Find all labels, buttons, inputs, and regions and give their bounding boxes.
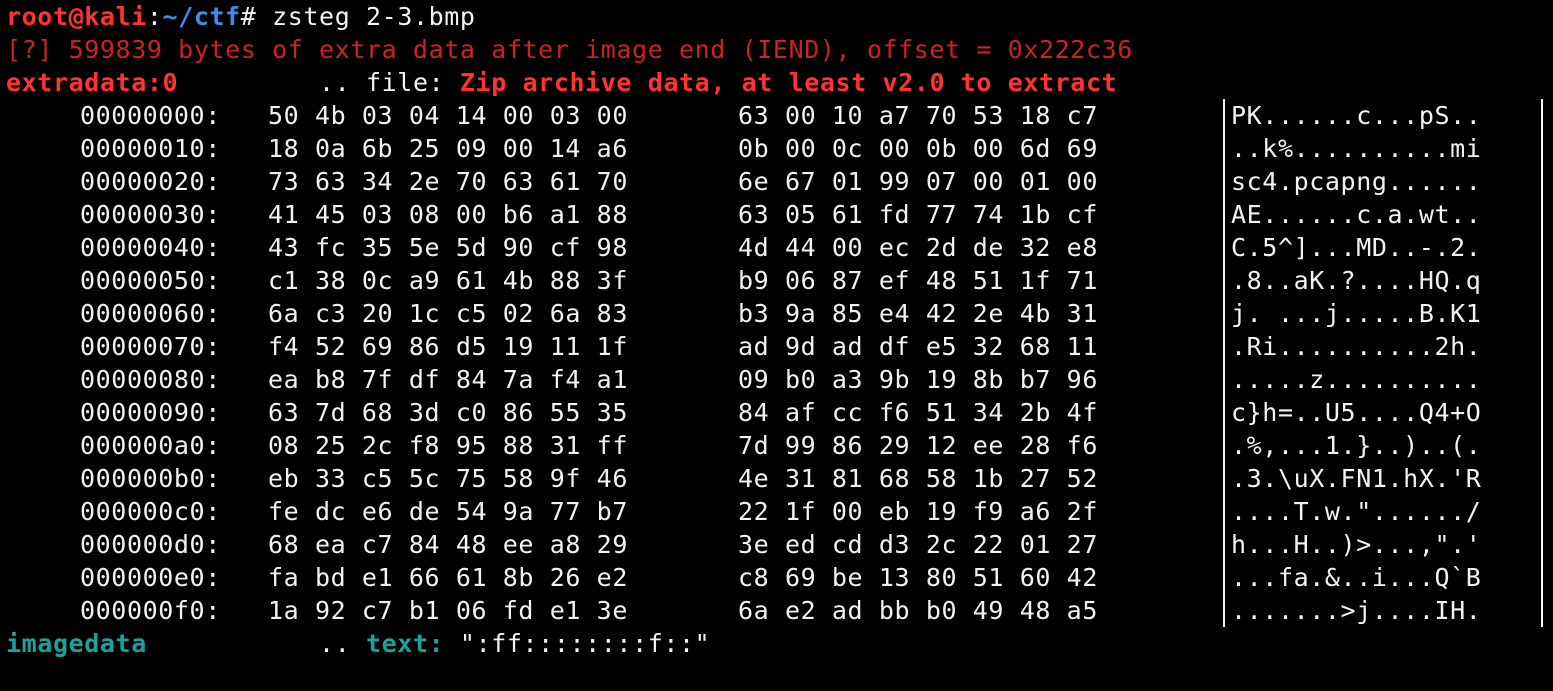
- hex-offset: 00000040:: [80, 233, 221, 262]
- hex-bytes-group-1: fa bd e1 66 61 8b 26 e2: [268, 563, 628, 592]
- hexdump-row: 00000080: ea b8 7f df 84 7a f4 a1 09 b0 a3…: [6, 363, 1553, 396]
- hexdump-row: 00000010: 18 0a 6b 25 09 00 14 a6 0b 00 0c…: [6, 132, 1553, 165]
- imagedata-text-value: ":ff::::::::f::": [444, 629, 711, 658]
- hex-offset: 00000070:: [80, 332, 221, 361]
- imagedata-line: imagedata .. text: ":ff::::::::f::": [6, 627, 1553, 660]
- hex-bytes-group-2: 63 00 10 a7 70 53 18 c7: [738, 101, 1098, 130]
- hex-bytes-group-2: 63 05 61 fd 77 74 1b cf: [738, 200, 1098, 229]
- hex-bytes-group-2: b9 06 87 ef 48 51 1f 71: [738, 266, 1098, 295]
- hex-offset: 000000e0:: [80, 563, 221, 592]
- prompt-user-host: root@kali: [6, 2, 147, 31]
- hex-ascii: AE......c.a.wt..: [1223, 198, 1543, 231]
- hexdump-row: 00000020: 73 63 34 2e 70 63 61 70 6e 67 01…: [6, 165, 1553, 198]
- hex-bytes-group-2: 4e 31 81 68 58 1b 27 52: [738, 464, 1098, 493]
- hex-offset: 00000050:: [80, 266, 221, 295]
- hex-bytes-group-2: 0b 00 0c 00 0b 00 6d 69: [738, 134, 1098, 163]
- hex-bytes-group-2: 09 b0 a3 9b 19 8b b7 96: [738, 365, 1098, 394]
- hexdump-row: 000000e0: fa bd e1 66 61 8b 26 e2 c8 69 be…: [6, 561, 1553, 594]
- hex-bytes-group-2: 22 1f 00 eb 19 f9 a6 2f: [738, 497, 1098, 526]
- imagedata-label: imagedata: [6, 629, 147, 658]
- hex-bytes-group-2: 7d 99 86 29 12 ee 28 f6: [738, 431, 1098, 460]
- hex-bytes-group-2: 6e 67 01 99 07 00 01 00: [738, 167, 1098, 196]
- hex-offset: 00000080:: [80, 365, 221, 394]
- warning-line: [?] 599839 bytes of extra data after ima…: [6, 35, 1133, 64]
- hex-bytes-group-2: 84 af cc f6 51 34 2b 4f: [738, 398, 1098, 427]
- imagedata-separator: ..: [146, 629, 366, 658]
- hex-ascii: j. ...j.....B.K1: [1223, 297, 1543, 330]
- hex-offset: 00000060:: [80, 299, 221, 328]
- hex-offset: 00000000:: [80, 101, 221, 130]
- imagedata-text-label: text:: [366, 629, 445, 658]
- hexdump-row: 00000070: f4 52 69 86 d5 19 11 1f ad 9d ad…: [6, 330, 1553, 363]
- prompt-line: root@kali:~/ctf# zsteg 2-3.bmp: [6, 0, 1553, 33]
- hex-ascii: ....T.w."....../: [1223, 495, 1543, 528]
- hex-bytes-group-1: 18 0a 6b 25 09 00 14 a6: [268, 134, 628, 163]
- hex-offset: 000000c0:: [80, 497, 221, 526]
- hex-ascii: c}h=..U5....Q4+O: [1223, 396, 1543, 429]
- hex-ascii: ...fa.&..i...Q`B: [1223, 561, 1543, 594]
- hex-offset: 000000b0:: [80, 464, 221, 493]
- hex-ascii: .%,...1.}..)..(.: [1223, 429, 1543, 462]
- hex-offset: 00000030:: [80, 200, 221, 229]
- hex-ascii: sc4.pcapng......: [1223, 165, 1543, 198]
- hex-bytes-group-1: eb 33 c5 5c 75 58 9f 46: [268, 464, 628, 493]
- hex-ascii: .3.\uX.FN1.hX.'R: [1223, 462, 1543, 495]
- hex-offset: 00000010:: [80, 134, 221, 163]
- hexdump-row: 00000000: 50 4b 03 04 14 00 03 00 63 00 10…: [6, 99, 1553, 132]
- hex-offset: 000000d0:: [80, 530, 221, 559]
- hex-bytes-group-1: 43 fc 35 5e 5d 90 cf 98: [268, 233, 628, 262]
- hexdump-row: 00000040: 43 fc 35 5e 5d 90 cf 98 4d 44 00…: [6, 231, 1553, 264]
- hex-ascii: PK......c...pS..: [1223, 99, 1543, 132]
- extradata-file-type: Zip archive data, at least v2.0 to extra…: [459, 68, 1118, 97]
- hex-ascii: C.5^]...MD..-.2.: [1223, 231, 1543, 264]
- hex-bytes-group-1: 41 45 03 08 00 b6 a1 88: [268, 200, 628, 229]
- hex-bytes-group-2: 4d 44 00 ec 2d de 32 e8: [738, 233, 1098, 262]
- hex-bytes-group-2: 3e ed cd d3 2c 22 01 27: [738, 530, 1098, 559]
- hexdump-row: 000000c0: fe dc e6 de 54 9a 77 b7 22 1f 00…: [6, 495, 1553, 528]
- prompt-path: ~/ctf: [162, 2, 241, 31]
- hexdump-row: 00000060: 6a c3 20 1c c5 02 6a 83 b3 9a 85…: [6, 297, 1553, 330]
- hex-bytes-group-1: 73 63 34 2e 70 63 61 70: [268, 167, 628, 196]
- hex-bytes-group-1: c1 38 0c a9 61 4b 88 3f: [268, 266, 628, 295]
- hex-bytes-group-1: 63 7d 68 3d c0 86 55 35: [268, 398, 628, 427]
- hex-bytes-group-1: 1a 92 c7 b1 06 fd e1 3e: [268, 596, 628, 625]
- hex-bytes-group-1: 6a c3 20 1c c5 02 6a 83: [268, 299, 628, 328]
- extradata-label: extradata:0: [6, 68, 179, 97]
- hex-bytes-group-2: c8 69 be 13 80 51 60 42: [738, 563, 1098, 592]
- hexdump-block: 00000000: 50 4b 03 04 14 00 03 00 63 00 10…: [6, 99, 1553, 627]
- hexdump-row: 000000a0: 08 25 2c f8 95 88 31 ff 7d 99 86…: [6, 429, 1553, 462]
- hex-bytes-group-1: ea b8 7f df 84 7a f4 a1: [268, 365, 628, 394]
- hexdump-row: 000000d0: 68 ea c7 84 48 ee a8 29 3e ed cd…: [6, 528, 1553, 561]
- hex-bytes-group-1: 50 4b 03 04 14 00 03 00: [268, 101, 628, 130]
- hex-bytes-group-2: ad 9d ad df e5 32 68 11: [738, 332, 1098, 361]
- hexdump-row: 000000f0: 1a 92 c7 b1 06 fd e1 3e 6a e2 ad…: [6, 594, 1553, 627]
- hex-offset: 000000a0:: [80, 431, 221, 460]
- hexdump-row: 00000050: c1 38 0c a9 61 4b 88 3f b9 06 87…: [6, 264, 1553, 297]
- hex-offset: 000000f0:: [80, 596, 221, 625]
- extradata-line: extradata:0 .. file: Zip archive data, a…: [6, 66, 1553, 99]
- hexdump-row: 00000090: 63 7d 68 3d c0 86 55 35 84 af cc…: [6, 396, 1553, 429]
- hex-ascii: .8..aK.?....HQ.q: [1223, 264, 1543, 297]
- hex-bytes-group-2: b3 9a 85 e4 42 2e 4b 31: [738, 299, 1098, 328]
- hex-bytes-group-1: 08 25 2c f8 95 88 31 ff: [268, 431, 628, 460]
- hexdump-row: 00000030: 41 45 03 08 00 b6 a1 88 63 05 61…: [6, 198, 1553, 231]
- hex-ascii: ..k%..........mi: [1223, 132, 1543, 165]
- terminal-window[interactable]: root@kali:~/ctf# zsteg 2-3.bmp [?] 59983…: [0, 0, 1553, 691]
- hex-bytes-group-2: 6a e2 ad bb b0 49 48 a5: [738, 596, 1098, 625]
- hex-bytes-group-1: fe dc e6 de 54 9a 77 b7: [268, 497, 628, 526]
- command-text: zsteg 2-3.bmp: [256, 2, 476, 31]
- prompt-separator: :: [146, 2, 163, 31]
- prompt-symbol: #: [240, 2, 257, 31]
- hexdump-row: 000000b0: eb 33 c5 5c 75 58 9f 46 4e 31 81…: [6, 462, 1553, 495]
- hex-bytes-group-1: f4 52 69 86 d5 19 11 1f: [268, 332, 628, 361]
- extradata-separator: .. file:: [178, 68, 460, 97]
- hex-ascii: .......>j....IH.: [1223, 594, 1543, 627]
- hex-offset: 00000090:: [80, 398, 221, 427]
- hex-ascii: .....z..........: [1223, 363, 1543, 396]
- hex-bytes-group-1: 68 ea c7 84 48 ee a8 29: [268, 530, 628, 559]
- hex-offset: 00000020:: [80, 167, 221, 196]
- hex-ascii: h...H..)>...,".': [1223, 528, 1543, 561]
- hex-ascii: .Ri..........2h.: [1223, 330, 1543, 363]
